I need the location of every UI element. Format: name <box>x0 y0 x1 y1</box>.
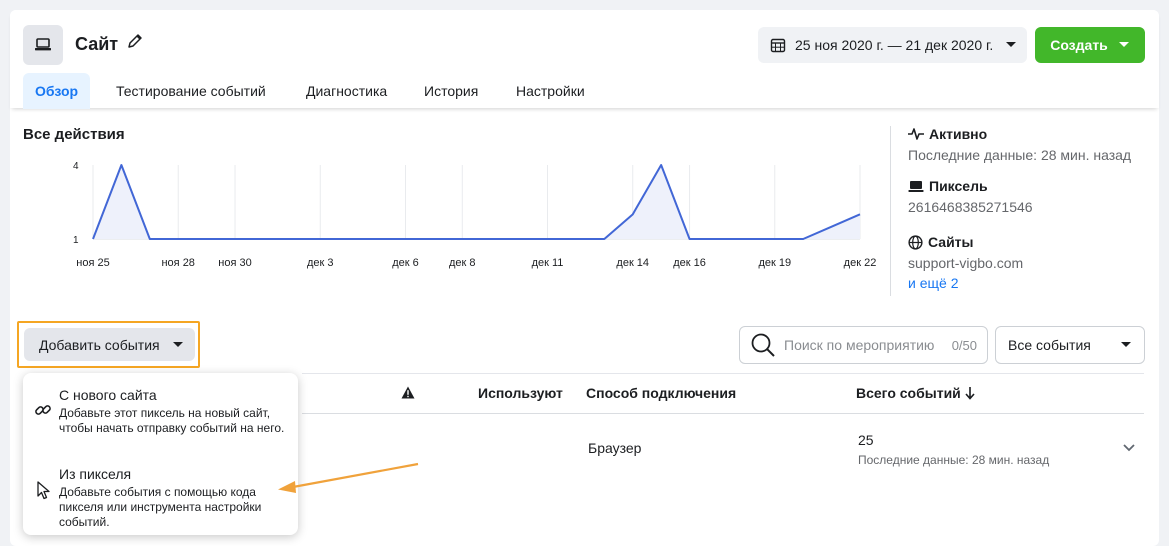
status-last-data: Последние данные: 28 мин. назад <box>908 147 1132 163</box>
series-line <box>92 164 861 240</box>
tab-diagnostics[interactable]: Диагностика <box>294 73 399 109</box>
create-button-label: Создать <box>1050 37 1108 53</box>
status-block: Активно Последние данные: 28 мин. назад <box>908 126 1131 163</box>
series-area <box>93 165 860 239</box>
x-tick-label: дек 11 <box>532 257 564 269</box>
menu-item-desc: Добавьте этот пиксель на новый сайт, что… <box>59 406 285 435</box>
caret-down-icon <box>1006 42 1017 47</box>
menu-item-title: С нового сайта <box>59 387 157 403</box>
tab-history[interactable]: История <box>412 73 490 109</box>
event-search-input[interactable]: Поиск по мероприятию 0/50 <box>739 326 988 364</box>
pixel-label: Пиксель <box>929 178 988 194</box>
link-icon <box>35 405 51 415</box>
pixel-id: 2616468385271546 <box>908 199 1033 215</box>
add-events-dropdown-menu: С нового сайта Добавьте этот пиксель на … <box>23 373 298 535</box>
menu-item-title: Из пикселя <box>59 466 132 482</box>
add-events-button[interactable]: Добавить события <box>24 328 195 361</box>
x-tick-label: дек 6 <box>392 257 419 269</box>
menu-item-desc: Добавьте события с помощью кода пикселя … <box>59 485 262 529</box>
date-range-picker[interactable]: 25 ноя 2020 г. — 21 дек 2020 г. <box>758 27 1027 63</box>
x-tick-label: дек 3 <box>307 257 334 269</box>
events-filter-select[interactable]: Все события <box>995 326 1145 364</box>
site-name: support-vigbo.com <box>908 255 1024 271</box>
date-range-text: 25 ноя 2020 г. — 21 дек 2020 г. <box>795 37 994 53</box>
pixel-block: Пиксель 2616468385271546 <box>908 178 1033 215</box>
y-tick-label: 1 <box>73 235 79 246</box>
search-placeholder: Поиск по мероприятию <box>784 337 935 353</box>
x-tick-label: дек 8 <box>449 257 476 269</box>
column-header-total-label: Всего событий <box>856 385 961 401</box>
menu-item-new-site[interactable]: С нового сайта Добавьте этот пиксель на … <box>23 373 298 451</box>
row-total: 25 <box>858 432 874 448</box>
activity-chart: 4 1 ноя 25 ноя 28 ноя 30 дек 3 дек 6 дек 8 дек 1… <box>73 161 877 269</box>
laptop-icon <box>23 25 63 65</box>
tab-event-testing[interactable]: Тестирование событий <box>104 73 278 109</box>
x-tick-label: ноя 25 <box>76 257 109 269</box>
page-header: Сайт 25 ноя 2020 г. — 21 дек 2020 г. Соз… <box>10 10 1159 109</box>
sites-block: Сайты support-vigbo.com и ещё 2 <box>908 234 1023 291</box>
laptop-icon <box>908 180 924 192</box>
caret-down-icon <box>1118 42 1129 47</box>
column-header-total[interactable]: Всего событий <box>856 385 976 401</box>
sort-down-arrow-icon <box>965 387 975 400</box>
search-icon <box>751 333 775 357</box>
x-tick-label: ноя 28 <box>161 257 194 269</box>
caret-down-icon <box>1121 342 1131 347</box>
y-tick-label: 4 <box>73 161 79 172</box>
calendar-icon <box>770 38 786 53</box>
x-tick-label: дек 16 <box>673 257 706 269</box>
row-method: Браузер <box>588 440 642 456</box>
table-header-divider <box>302 413 1144 414</box>
caret-down-icon <box>172 341 183 347</box>
add-events-label: Добавить события <box>39 336 160 353</box>
sites-label: Сайты <box>928 234 974 250</box>
tab-settings[interactable]: Настройки <box>504 73 597 109</box>
chevron-down-icon[interactable] <box>1123 444 1135 452</box>
main-panel: Сайт 25 ноя 2020 г. — 21 дек 2020 г. Соз… <box>10 10 1159 546</box>
globe-icon <box>908 234 923 250</box>
warning-icon <box>401 386 415 399</box>
edit-pencil-icon[interactable] <box>126 32 144 53</box>
menu-item-from-pixel[interactable]: Из пикселя Добавьте события с помощью ко… <box>23 453 298 535</box>
x-tick-label: дек 22 <box>844 257 877 269</box>
table-top-divider <box>302 373 1144 374</box>
column-header-method[interactable]: Способ подключения <box>586 385 736 401</box>
column-header-users[interactable]: Используют <box>478 385 563 401</box>
page-title: Сайт <box>75 34 119 54</box>
vertical-divider <box>890 126 891 296</box>
row-last-data: Последние данные: 28 мин. назад <box>858 453 1050 467</box>
create-button[interactable]: Создать <box>1035 27 1145 63</box>
x-tick-label: дек 14 <box>616 257 649 269</box>
mouse-cursor-icon <box>37 481 50 500</box>
status-label: Активно <box>929 126 988 142</box>
search-counter: 0/50 <box>951 337 977 353</box>
more-sites-link[interactable]: и ещё 2 <box>908 275 1023 291</box>
activity-pulse-icon <box>908 128 924 140</box>
x-tick-label: ноя 30 <box>218 257 251 269</box>
filter-label: Все события <box>1008 337 1091 353</box>
x-tick-label: дек 19 <box>758 257 791 269</box>
tab-overview[interactable]: Обзор <box>23 73 91 109</box>
